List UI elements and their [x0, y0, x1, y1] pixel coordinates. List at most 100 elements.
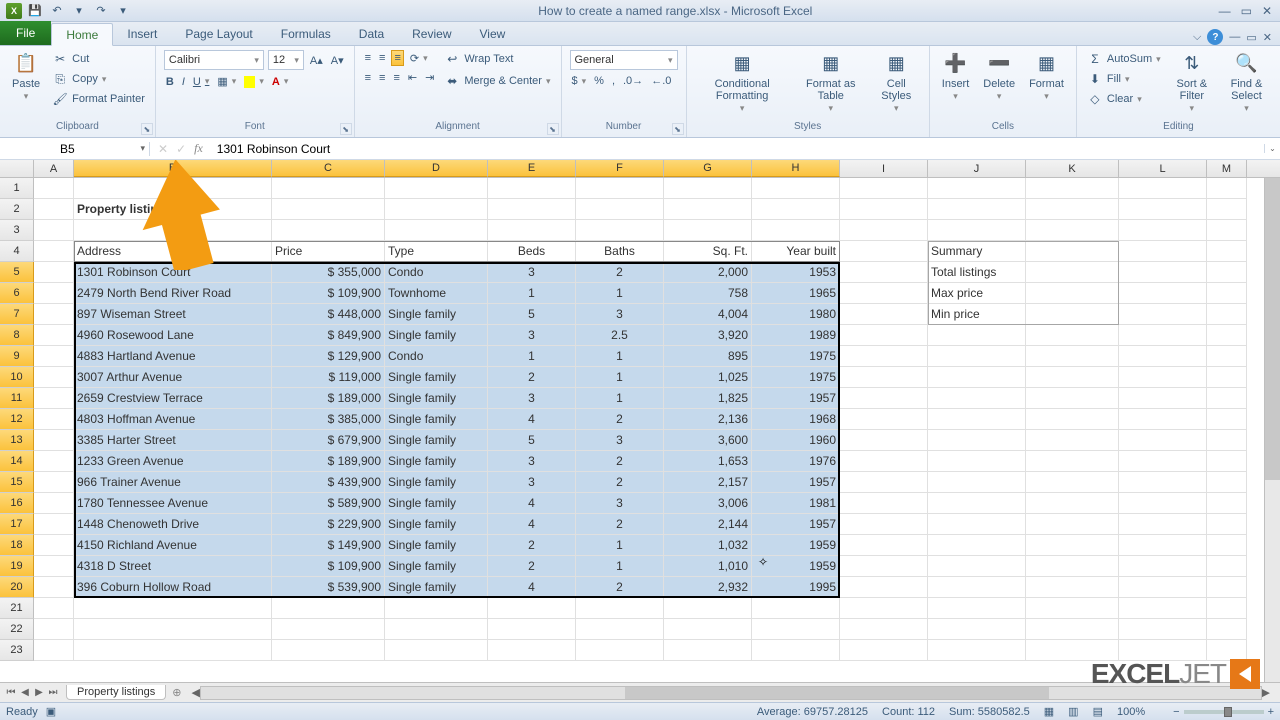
- cell[interactable]: 1: [576, 283, 664, 304]
- cell[interactable]: $ 589,900: [272, 493, 385, 514]
- cell[interactable]: [1207, 325, 1247, 346]
- tab-view[interactable]: View: [466, 22, 520, 45]
- cell[interactable]: [74, 640, 272, 661]
- cell[interactable]: Single family: [385, 577, 488, 598]
- sheet-nav-last-icon[interactable]: ⏭: [46, 687, 60, 698]
- cell[interactable]: 4: [488, 409, 576, 430]
- cell[interactable]: [1207, 493, 1247, 514]
- cell[interactable]: [1119, 325, 1207, 346]
- cell[interactable]: 1,010: [664, 556, 752, 577]
- insert-cells-button[interactable]: ➕Insert▾: [938, 50, 974, 104]
- cell[interactable]: [1026, 304, 1119, 325]
- row-header[interactable]: 8: [0, 325, 34, 346]
- row-header[interactable]: 16: [0, 493, 34, 514]
- font-size-dropdown[interactable]: 12▾: [268, 50, 304, 70]
- row-header[interactable]: 7: [0, 304, 34, 325]
- cell[interactable]: [1119, 535, 1207, 556]
- cell[interactable]: [34, 493, 74, 514]
- row-header[interactable]: 2: [0, 199, 34, 220]
- cell[interactable]: [1026, 346, 1119, 367]
- cell[interactable]: 1: [576, 556, 664, 577]
- cell[interactable]: [1207, 220, 1247, 241]
- cell[interactable]: [1207, 409, 1247, 430]
- cell[interactable]: 3: [576, 430, 664, 451]
- cell[interactable]: [752, 199, 840, 220]
- cell[interactable]: [1026, 430, 1119, 451]
- cell[interactable]: [1119, 409, 1207, 430]
- cell[interactable]: 3: [576, 493, 664, 514]
- cell[interactable]: $ 189,900: [272, 451, 385, 472]
- cell[interactable]: 1959: [752, 535, 840, 556]
- cell[interactable]: [1207, 598, 1247, 619]
- cell[interactable]: $ 109,900: [272, 283, 385, 304]
- cell[interactable]: 895: [664, 346, 752, 367]
- cell[interactable]: 1: [488, 283, 576, 304]
- cell[interactable]: [34, 451, 74, 472]
- cell[interactable]: Min price: [928, 304, 1026, 325]
- cell[interactable]: [1119, 472, 1207, 493]
- cell[interactable]: [1207, 472, 1247, 493]
- row-header[interactable]: 17: [0, 514, 34, 535]
- cell[interactable]: Year built: [752, 241, 840, 262]
- cell[interactable]: [34, 409, 74, 430]
- sheet-nav-first-icon[interactable]: ⏮: [4, 687, 18, 698]
- cell[interactable]: $ 679,900: [272, 430, 385, 451]
- border-button[interactable]: ▦▾: [215, 74, 238, 89]
- cell[interactable]: [34, 241, 74, 262]
- cell[interactable]: [928, 346, 1026, 367]
- cell[interactable]: Property listings: [74, 199, 272, 220]
- cell[interactable]: 2: [576, 514, 664, 535]
- row-header[interactable]: 15: [0, 472, 34, 493]
- cell[interactable]: 1957: [752, 514, 840, 535]
- cell[interactable]: [1026, 241, 1119, 262]
- cell[interactable]: [840, 514, 928, 535]
- cell[interactable]: [840, 535, 928, 556]
- cell[interactable]: [840, 262, 928, 283]
- cell[interactable]: [1026, 535, 1119, 556]
- cell[interactable]: [664, 619, 752, 640]
- cell[interactable]: [840, 409, 928, 430]
- cell[interactable]: [34, 304, 74, 325]
- view-layout-icon[interactable]: ▥: [1068, 705, 1078, 718]
- col-header-a[interactable]: A: [34, 160, 74, 177]
- cell[interactable]: [74, 619, 272, 640]
- row-header[interactable]: 10: [0, 367, 34, 388]
- cell[interactable]: 758: [664, 283, 752, 304]
- qat-save-icon[interactable]: 💾: [26, 2, 44, 20]
- fx-icon[interactable]: fx: [194, 141, 203, 156]
- cell[interactable]: [840, 430, 928, 451]
- tab-file[interactable]: File: [0, 21, 51, 45]
- cell[interactable]: 1957: [752, 388, 840, 409]
- cell[interactable]: [1026, 367, 1119, 388]
- cell[interactable]: [1207, 178, 1247, 199]
- col-header-f[interactable]: F: [576, 160, 664, 177]
- cell[interactable]: Baths: [576, 241, 664, 262]
- qat-undo-icon[interactable]: ↶: [48, 2, 66, 20]
- cell[interactable]: [840, 556, 928, 577]
- cell[interactable]: [576, 619, 664, 640]
- cell[interactable]: [1207, 241, 1247, 262]
- orientation-icon[interactable]: ⟳▾: [408, 51, 430, 66]
- cell[interactable]: Single family: [385, 556, 488, 577]
- cell[interactable]: 1989: [752, 325, 840, 346]
- row-header[interactable]: 4: [0, 241, 34, 262]
- col-header-e[interactable]: E: [488, 160, 576, 177]
- cell[interactable]: [840, 199, 928, 220]
- cell[interactable]: Single family: [385, 451, 488, 472]
- cut-button[interactable]: ✂Cut: [50, 50, 147, 68]
- cell[interactable]: 2: [576, 451, 664, 472]
- cell[interactable]: 4883 Hartland Avenue: [74, 346, 272, 367]
- cell[interactable]: [840, 577, 928, 598]
- cell[interactable]: Address: [74, 241, 272, 262]
- cell[interactable]: [488, 178, 576, 199]
- cell[interactable]: [840, 367, 928, 388]
- cell[interactable]: 966 Trainer Avenue: [74, 472, 272, 493]
- cell[interactable]: 4803 Hoffman Avenue: [74, 409, 272, 430]
- cell[interactable]: [385, 619, 488, 640]
- row-header[interactable]: 1: [0, 178, 34, 199]
- cell[interactable]: Condo: [385, 346, 488, 367]
- cell[interactable]: [752, 598, 840, 619]
- cell[interactable]: [1119, 514, 1207, 535]
- tab-review[interactable]: Review: [398, 22, 465, 45]
- cell[interactable]: Max price: [928, 283, 1026, 304]
